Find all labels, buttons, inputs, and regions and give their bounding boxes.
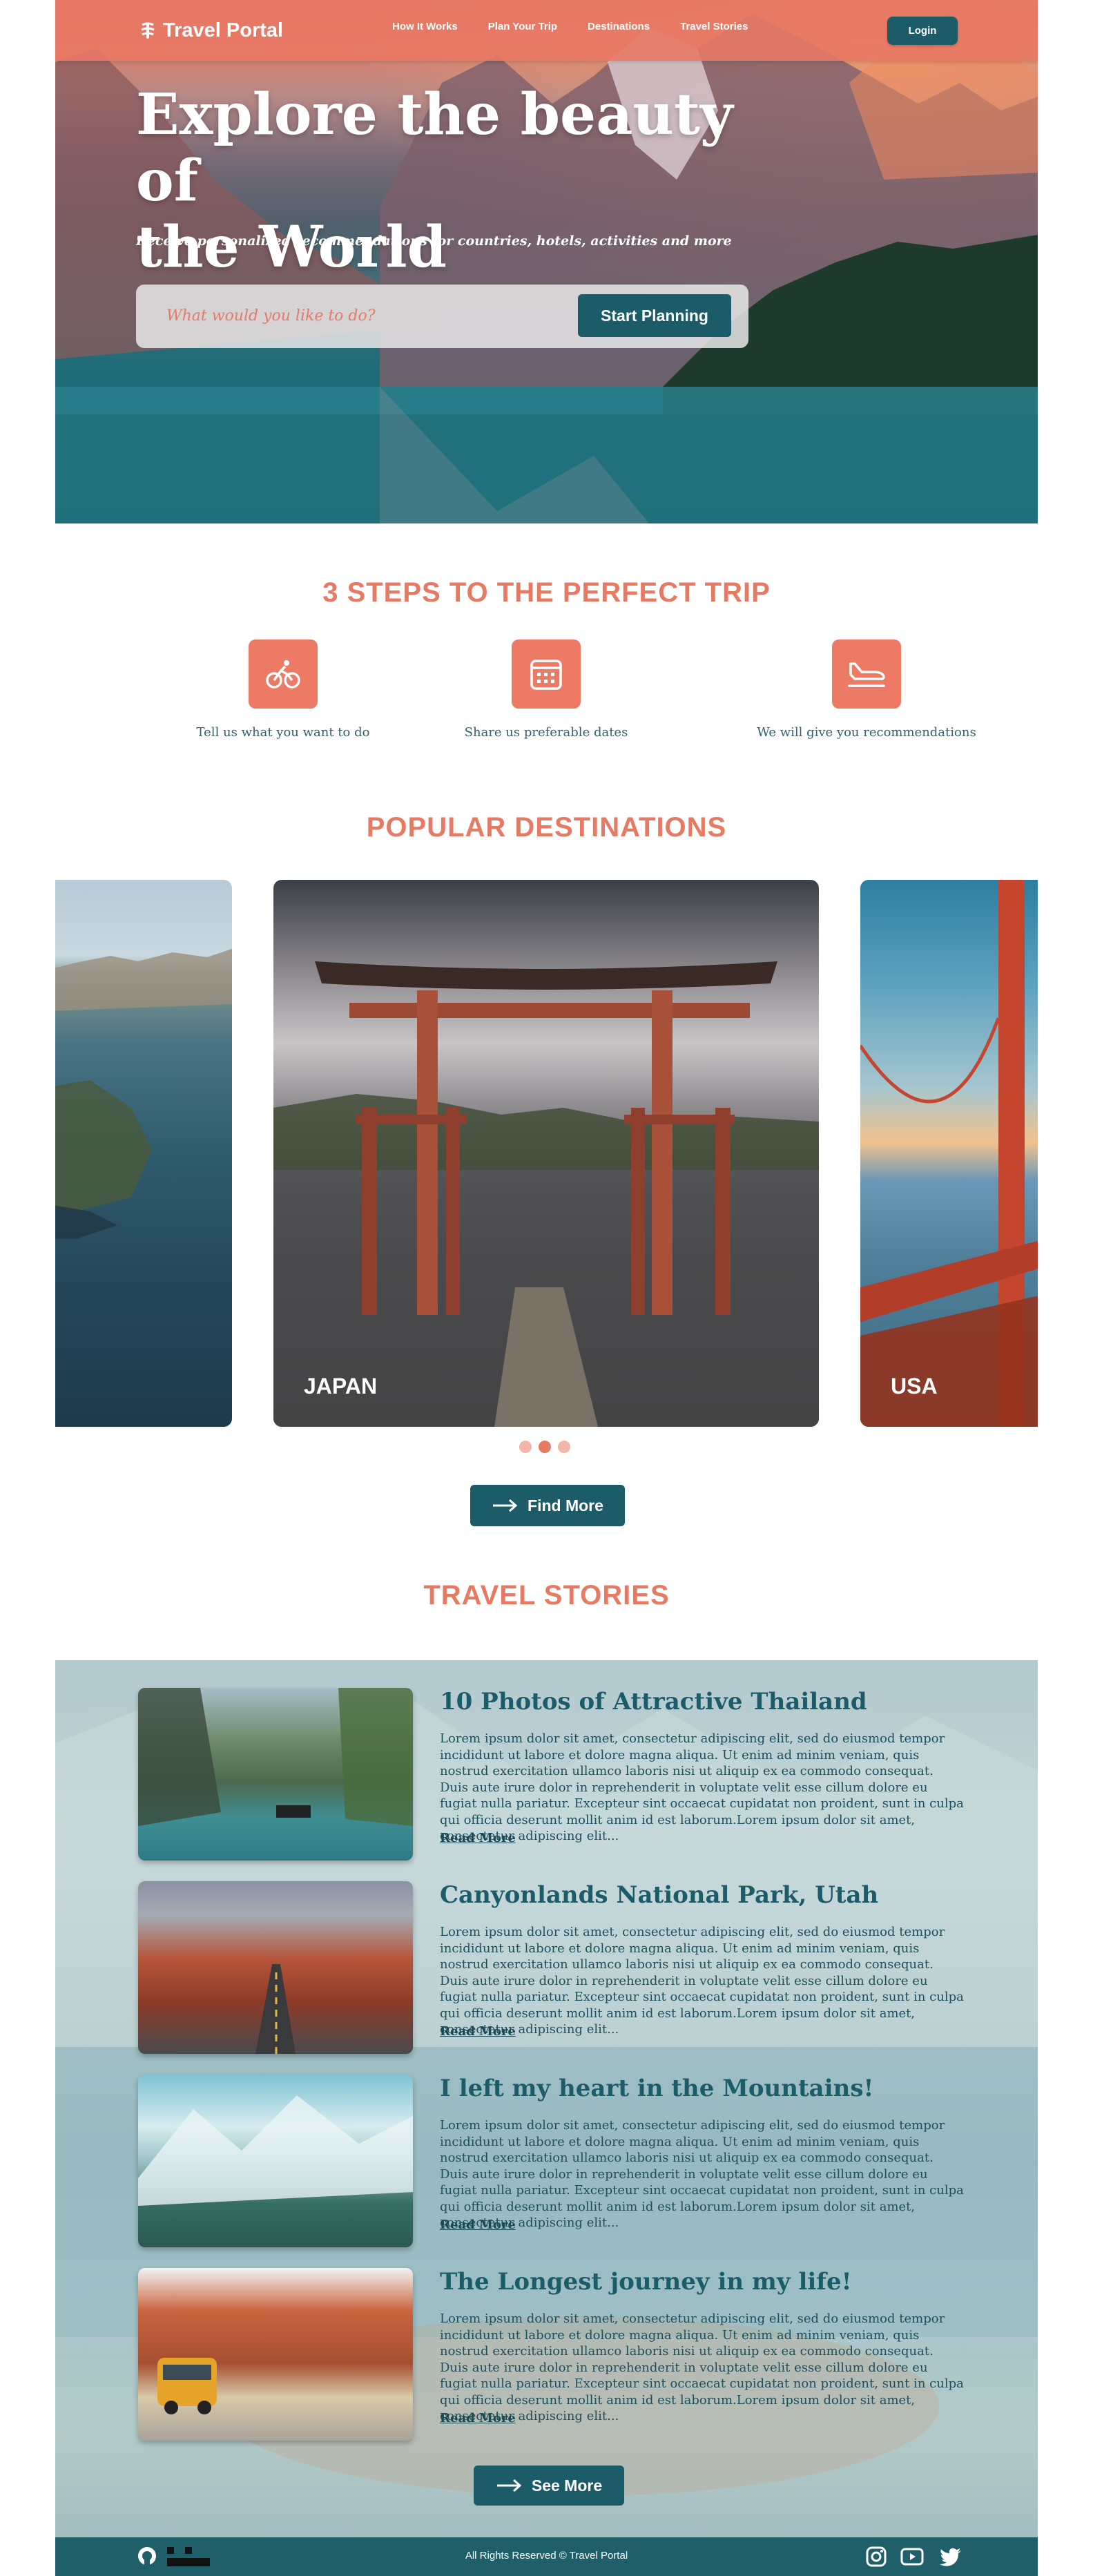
story-1: 10 Photos of Attractive Thailand Lorem i… bbox=[138, 1688, 967, 1861]
footer: All Rights Reserved © Travel Portal bbox=[55, 2537, 1038, 2576]
step-2: Share us preferable dates bbox=[429, 640, 664, 740]
destinations-title: POPULAR DESTINATIONS bbox=[366, 812, 727, 843]
start-planning-button[interactable]: Start Planning bbox=[578, 294, 731, 337]
login-button[interactable]: Login bbox=[887, 17, 958, 45]
destination-card-usa[interactable]: USA bbox=[860, 880, 1038, 1427]
carousel-dots bbox=[519, 1441, 570, 1453]
japan-torii-gate-image bbox=[273, 961, 819, 1427]
page: Travel Portal How It Works Plan Your Tri… bbox=[55, 0, 1038, 2576]
nav-link-travel-stories[interactable]: Travel Stories bbox=[680, 21, 748, 32]
story-1-thailand-image[interactable] bbox=[138, 1688, 413, 1861]
see-more-button[interactable]: See More bbox=[474, 2466, 624, 2506]
nav-link-how-it-works[interactable]: How It Works bbox=[392, 21, 458, 32]
coastal-cliffs-image bbox=[55, 949, 232, 1239]
story-1-title: 10 Photos of Attractive Thailand bbox=[440, 1688, 867, 1715]
carousel-dot-1[interactable] bbox=[519, 1441, 532, 1453]
hero-title-line-1: Explore the beauty of bbox=[136, 81, 733, 214]
destination-card-usa-label: USA bbox=[891, 1374, 938, 1398]
step-3-icon-box bbox=[832, 640, 901, 709]
story-3-mountains-image[interactable] bbox=[138, 2075, 413, 2247]
plane-landing-icon bbox=[848, 662, 885, 687]
find-more-label: Find More bbox=[528, 1496, 603, 1515]
story-4: The Longest journey in my life! Lorem ip… bbox=[138, 2268, 967, 2441]
story-3-text: Lorem ipsum dolor sit amet, consectetur … bbox=[440, 2118, 964, 2230]
calendar-icon bbox=[530, 660, 562, 690]
travel-portal-logo-icon bbox=[141, 22, 155, 39]
step-1-label: Tell us what you want to do bbox=[196, 725, 370, 740]
step-1-icon-box bbox=[249, 640, 318, 709]
find-more-button[interactable]: Find More bbox=[470, 1485, 625, 1526]
step-3-label: We will give you recommendations bbox=[757, 725, 976, 740]
brand-logo[interactable]: Travel Portal bbox=[138, 17, 283, 44]
step-3: We will give you recommendations bbox=[749, 640, 984, 740]
story-1-read-more-link[interactable]: Read More bbox=[440, 1831, 516, 1845]
instagram-icon[interactable] bbox=[865, 2546, 887, 2568]
nav-link-destinations[interactable]: Destinations bbox=[588, 21, 650, 32]
story-2-title: Canyonlands National Park, Utah bbox=[440, 1881, 879, 1909]
stories-section: 10 Photos of Attractive Thailand Lorem i… bbox=[55, 1660, 1038, 2576]
story-1-text: Lorem ipsum dolor sit amet, consectetur … bbox=[440, 1731, 964, 1843]
step-1: Tell us what you want to do bbox=[166, 640, 400, 740]
hero-subtitle: Receive personalized recommendations for… bbox=[136, 233, 732, 249]
footer-copyright: All Rights Reserved © Travel Portal bbox=[465, 2550, 628, 2561]
story-4-title: The Longest journey in my life! bbox=[440, 2268, 852, 2296]
step-2-icon-box bbox=[512, 640, 581, 709]
search-box: Start Planning bbox=[136, 285, 748, 348]
steps-title: 3 STEPS TO THE PERFECT TRIP bbox=[322, 577, 771, 608]
golden-gate-bridge-image bbox=[860, 880, 1038, 1427]
hero-section: Travel Portal How It Works Plan Your Tri… bbox=[55, 0, 1038, 523]
step-2-label: Share us preferable dates bbox=[464, 725, 628, 740]
bicycle-icon bbox=[266, 660, 300, 689]
story-4-van-journey-image[interactable] bbox=[138, 2268, 413, 2441]
youtube-icon[interactable] bbox=[900, 2546, 924, 2568]
stories-title: TRAVEL STORIES bbox=[423, 1580, 670, 1611]
story-2: Canyonlands National Park, Utah Lorem ip… bbox=[138, 1881, 967, 2054]
hero-title: Explore the beauty of the World bbox=[136, 81, 757, 280]
carousel-dot-2[interactable] bbox=[539, 1441, 551, 1453]
story-2-text: Lorem ipsum dolor sit amet, consectetur … bbox=[440, 1925, 964, 2037]
story-3-title: I left my heart in the Mountains! bbox=[440, 2075, 874, 2102]
arrow-right-icon bbox=[493, 1499, 518, 1512]
story-2-canyonlands-image[interactable] bbox=[138, 1881, 413, 2054]
twitter-icon[interactable] bbox=[939, 2546, 963, 2568]
story-3-read-more-link[interactable]: Read More bbox=[440, 2218, 516, 2232]
destination-card-left[interactable] bbox=[55, 880, 232, 1427]
brand-name: Travel Portal bbox=[163, 19, 284, 41]
search-input[interactable] bbox=[165, 307, 554, 325]
destination-card-japan-label: JAPAN bbox=[304, 1374, 378, 1398]
destination-card-japan[interactable]: JAPAN bbox=[273, 880, 819, 1427]
carousel-dot-3[interactable] bbox=[558, 1441, 570, 1453]
story-4-read-more-link[interactable]: Read More bbox=[440, 2411, 516, 2425]
see-more-label: See More bbox=[531, 2476, 603, 2495]
top-navbar: Travel Portal How It Works Plan Your Tri… bbox=[55, 0, 1038, 61]
arrow-right-icon bbox=[496, 2479, 522, 2492]
story-3: I left my heart in the Mountains! Lorem … bbox=[138, 2075, 967, 2247]
story-4-text: Lorem ipsum dolor sit amet, consectetur … bbox=[440, 2311, 964, 2423]
main-nav: How It Works Plan Your Trip Destinations… bbox=[392, 21, 778, 32]
nav-link-plan-your-trip[interactable]: Plan Your Trip bbox=[488, 21, 557, 32]
story-2-read-more-link[interactable]: Read More bbox=[440, 2024, 516, 2039]
